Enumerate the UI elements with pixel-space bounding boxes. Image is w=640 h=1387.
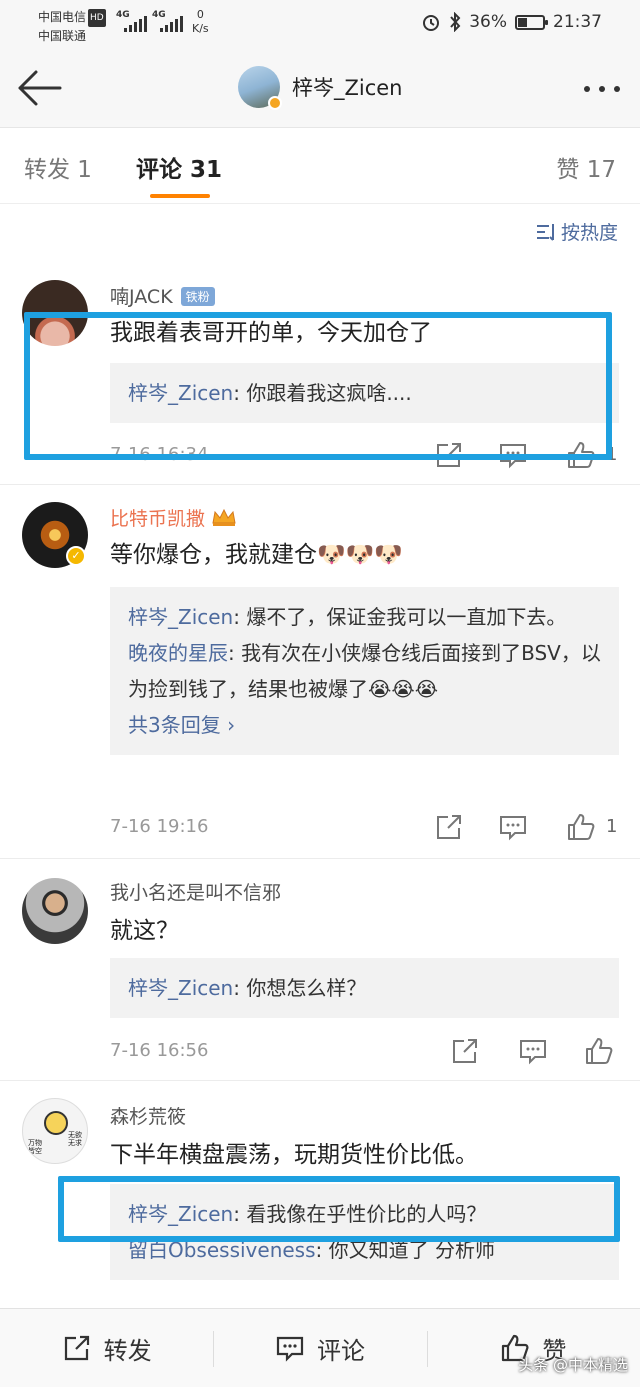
divider bbox=[0, 484, 640, 485]
comment-username[interactable]: 比特币凯撒 bbox=[110, 504, 237, 531]
carrier-2: 中国联通 bbox=[38, 29, 87, 43]
comment-username[interactable]: 森杉荒筱 bbox=[110, 1102, 186, 1129]
net-speed: 0 K/s bbox=[192, 8, 209, 36]
avatar[interactable]: 万物皆空 无欲无求 bbox=[22, 1098, 88, 1164]
status-bar: 中国电信 HD 中国联通 4G 4G 0 K/s 36% 21:37 bbox=[0, 0, 640, 48]
reply-item: 梓岑_Zicen: 你想怎么样？ bbox=[128, 970, 601, 1006]
verified-icon: ✓ bbox=[66, 546, 86, 566]
comment-time: 7-16 19:16 bbox=[110, 816, 209, 837]
top-nav: 梓岑_Zicen bbox=[0, 48, 640, 128]
comment-label: 评论 bbox=[316, 1336, 365, 1365]
active-tab-indicator bbox=[150, 194, 210, 198]
tab-likes[interactable]: 赞 17 bbox=[556, 150, 616, 184]
tab-comments[interactable]: 评论 31 bbox=[136, 150, 222, 184]
more-options-icon[interactable] bbox=[584, 86, 620, 92]
status-right: 36% 21:37 bbox=[421, 12, 602, 32]
signal-1-icon bbox=[124, 12, 147, 32]
like-count: 1 bbox=[606, 816, 618, 837]
comment-icon bbox=[276, 1336, 304, 1362]
reply-username[interactable]: 梓岑_Zicen bbox=[128, 976, 233, 1000]
reply-box[interactable]: 梓岑_Zicen: 爆不了，保证金我可以一直加下去。 晚夜的星辰: 我有次在小侠… bbox=[110, 587, 619, 755]
comment-text: 就这？ bbox=[110, 918, 179, 944]
share-icon bbox=[64, 1335, 89, 1361]
reply-box[interactable]: 梓岑_Zicen: 你想怎么样？ bbox=[110, 958, 619, 1018]
avatar-text-left: 万物皆空 bbox=[28, 1139, 42, 1155]
repost-label: 转发 bbox=[103, 1336, 152, 1365]
reply-text: : 爆不了，保证金我可以一直加下去。 bbox=[233, 605, 567, 629]
avatar-text-right: 无欲无求 bbox=[68, 1131, 82, 1147]
reply-username[interactable]: 梓岑_Zicen bbox=[128, 605, 233, 629]
battery-percent: 36% bbox=[469, 12, 507, 32]
like-icon[interactable] bbox=[566, 812, 596, 842]
back-arrow-icon[interactable] bbox=[16, 68, 62, 108]
more-replies-link[interactable]: 共3条回复 › bbox=[128, 707, 601, 743]
fan-badge: 铁粉 bbox=[180, 287, 215, 306]
bluetooth-icon bbox=[450, 12, 461, 32]
verified-icon bbox=[268, 96, 282, 110]
highlight-box bbox=[58, 1176, 620, 1242]
share-icon[interactable] bbox=[450, 1036, 480, 1066]
bottom-action-bar: 转发 评论 赞 bbox=[0, 1308, 640, 1387]
comment-meta: 7-16 16:56 bbox=[110, 1036, 620, 1070]
tab-bar: 转发 1 评论 31 赞 17 bbox=[0, 128, 640, 204]
signal-2-icon bbox=[160, 12, 183, 32]
comment-username[interactable]: 我小名还是叫不信邪 bbox=[110, 878, 281, 905]
sort-icon bbox=[536, 223, 554, 241]
net-speed-value: 0 bbox=[196, 8, 204, 21]
watermark: 头条 @中本精选 bbox=[518, 1356, 628, 1374]
comment-text: 等你爆仓，我就建仓🐶🐶🐶 bbox=[110, 542, 403, 568]
battery-icon bbox=[515, 14, 548, 30]
comment-time: 7-16 16:56 bbox=[110, 1040, 209, 1061]
comment-text: 下半年横盘震荡，玩期货性价比低。 bbox=[110, 1142, 478, 1168]
divider bbox=[0, 858, 640, 859]
divider bbox=[0, 1080, 640, 1081]
reply-item: 梓岑_Zicen: 爆不了，保证金我可以一直加下去。 bbox=[128, 599, 601, 635]
comment-icon[interactable] bbox=[498, 812, 528, 842]
highlight-box bbox=[24, 312, 612, 460]
header-user[interactable]: 梓岑_Zicen bbox=[238, 66, 403, 110]
carrier-info: 中国电信 HD 中国联通 bbox=[38, 8, 106, 45]
crown-badge-icon bbox=[212, 508, 236, 526]
sort-label: 按热度 bbox=[560, 222, 618, 244]
tab-repost[interactable]: 转发 1 bbox=[24, 150, 92, 184]
sort-toggle[interactable]: 按热度 bbox=[535, 218, 618, 245]
reply-text: : 你想怎么样？ bbox=[233, 976, 367, 1000]
alarm-icon bbox=[423, 15, 440, 31]
net-speed-unit: K/s bbox=[192, 22, 209, 35]
like-icon[interactable] bbox=[584, 1036, 614, 1066]
comment-meta: 7-16 19:16 1 bbox=[110, 812, 620, 846]
share-icon[interactable] bbox=[434, 812, 464, 842]
comment-icon[interactable] bbox=[518, 1036, 548, 1066]
clock: 21:37 bbox=[553, 12, 602, 32]
reply-username[interactable]: 晚夜的星辰 bbox=[128, 641, 228, 665]
repost-button[interactable]: 转发 bbox=[0, 1309, 213, 1387]
hd-badge: HD bbox=[88, 9, 106, 27]
like-button[interactable]: 赞 bbox=[426, 1309, 640, 1387]
comment-username[interactable]: 喃JACK 铁粉 bbox=[110, 282, 215, 309]
avatar[interactable] bbox=[238, 66, 282, 110]
comment-button[interactable]: 评论 bbox=[213, 1309, 426, 1387]
reply-item: 晚夜的星辰: 我有次在小侠爆仓线后面接到了BSV，以为捡到钱了，结果也被爆了😭😭… bbox=[128, 635, 601, 707]
carrier-1: 中国电信 bbox=[38, 10, 87, 24]
page-title: 梓岑_Zicen bbox=[292, 76, 403, 100]
avatar[interactable] bbox=[22, 878, 88, 944]
